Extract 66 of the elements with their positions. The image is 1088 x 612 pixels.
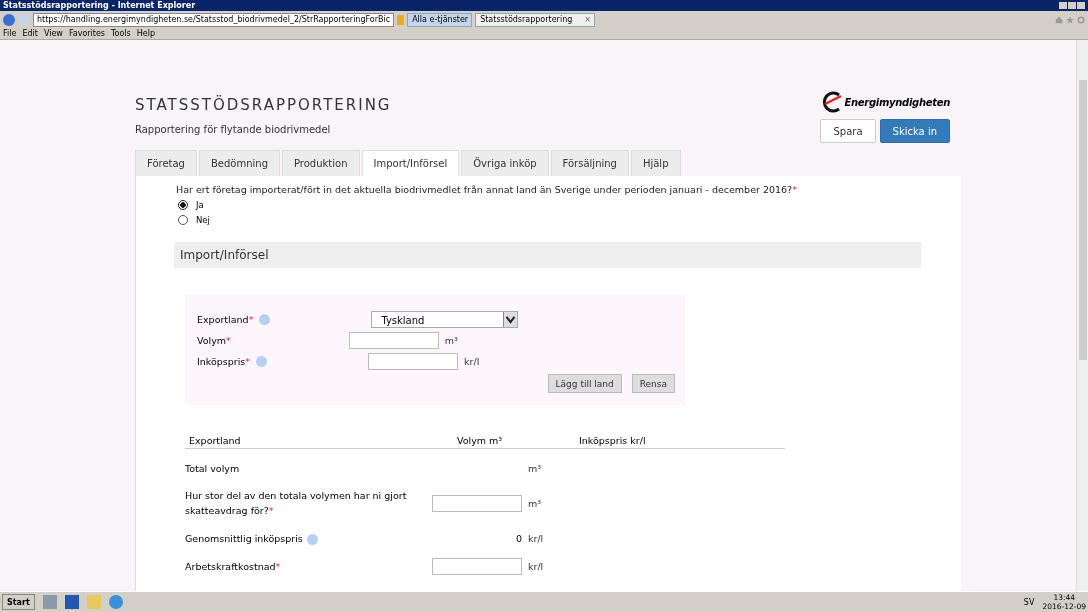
column-header: Inköpspris kr/l <box>579 435 646 446</box>
column-header: Exportland <box>188 435 242 446</box>
section-header: Import/Införsel <box>174 242 921 268</box>
menu-item[interactable]: Edit <box>22 28 38 39</box>
browser-tab[interactable]: Statsstödsrapportering × <box>475 12 595 27</box>
tab[interactable]: Hjälp <box>630 150 681 176</box>
language-indicator[interactable]: SV <box>1023 597 1035 607</box>
scrollbar[interactable] <box>1076 40 1088 591</box>
unit-label: m³ <box>528 497 542 509</box>
menu-item[interactable]: File <box>3 28 17 39</box>
close-button[interactable] <box>1077 2 1085 9</box>
tab[interactable]: Produktion <box>282 150 360 176</box>
country-dropdown[interactable]: Tyskland <box>371 311 519 328</box>
star-icon[interactable] <box>1066 15 1074 24</box>
unit-label: m³ <box>528 463 542 475</box>
summary-label: Genomsnittlig inköpspris <box>185 532 303 544</box>
field-label: Volym* <box>197 335 231 346</box>
input-field[interactable] <box>432 557 522 575</box>
add-country-button[interactable]: Lägg till land <box>547 374 622 393</box>
summary-label: Hur stor del av den totala volymen har ni gjort skatteavdrag för?* <box>185 490 407 517</box>
unit-label: kr/l <box>528 532 544 544</box>
page-title: STATSSTÖDSRAPPORTERING <box>135 96 392 114</box>
maximize-button[interactable] <box>1068 2 1076 9</box>
radio-button[interactable] <box>178 200 188 210</box>
address-field[interactable]: https://handling.energimyndigheten.se/Statsstod_biodrivmedel_2/StrRapporteringForBic <box>33 12 395 27</box>
logo-text: Energimyndigheten <box>844 96 950 108</box>
question-text: Har ert företag importerat/fört in det aktuella biodrivmedlet från annat land än Sverige under perioden januari - december 2016?* <box>176 184 798 195</box>
input-field[interactable] <box>368 353 459 370</box>
menu-item[interactable]: Tools <box>111 28 131 39</box>
menu-item[interactable]: View <box>43 28 63 39</box>
field-label: Inköpspris* <box>197 356 251 367</box>
info-icon[interactable] <box>306 533 318 545</box>
window-title: Statsstödsrapportering - Internet Explorer <box>3 0 196 11</box>
settings-icon[interactable] <box>1077 15 1085 24</box>
summary-value: 0 <box>515 532 522 544</box>
input-field[interactable] <box>432 494 522 512</box>
minimize-button[interactable] <box>1059 2 1067 9</box>
radio-label: Ja <box>196 200 204 210</box>
menu-item[interactable]: Favorites <box>68 28 105 39</box>
start-button[interactable]: Start <box>2 594 35 610</box>
back-button[interactable] <box>3 13 15 26</box>
tab-close-button[interactable]: × <box>584 13 591 26</box>
info-icon[interactable] <box>259 314 271 325</box>
field-label: Exportland* <box>197 314 254 325</box>
unit-label: m³ <box>444 335 458 346</box>
unit-label: kr/l <box>528 560 544 572</box>
radio-button[interactable] <box>178 215 188 225</box>
tab[interactable]: Företag <box>135 150 197 176</box>
summary-label: Arbetskraftkostnad* <box>185 560 281 572</box>
home-icon[interactable] <box>1055 15 1063 24</box>
tab[interactable]: Övriga inköp <box>461 150 549 176</box>
radio-label: Nej <box>196 215 210 225</box>
column-header: Volym m³ <box>457 435 504 446</box>
browser-tab[interactable]: Alla e-tjänster <box>407 12 473 27</box>
tab[interactable]: Bedömning <box>198 150 280 176</box>
clear-button[interactable]: Rensa <box>631 374 675 393</box>
info-icon[interactable] <box>256 356 268 367</box>
page-subtitle: Rapportering för flytande biodrivmedel <box>135 124 332 135</box>
summary-label: Total volym <box>185 463 240 474</box>
unit-label: kr/l <box>464 356 480 367</box>
input-field[interactable] <box>348 332 439 349</box>
submit-button[interactable]: Skicka in <box>879 119 950 143</box>
tab[interactable]: Import/Införsel <box>361 150 460 176</box>
save-button[interactable]: Spara <box>820 119 876 143</box>
menu-item[interactable]: Help <box>136 28 155 39</box>
tab[interactable]: Försäljning <box>550 150 629 176</box>
